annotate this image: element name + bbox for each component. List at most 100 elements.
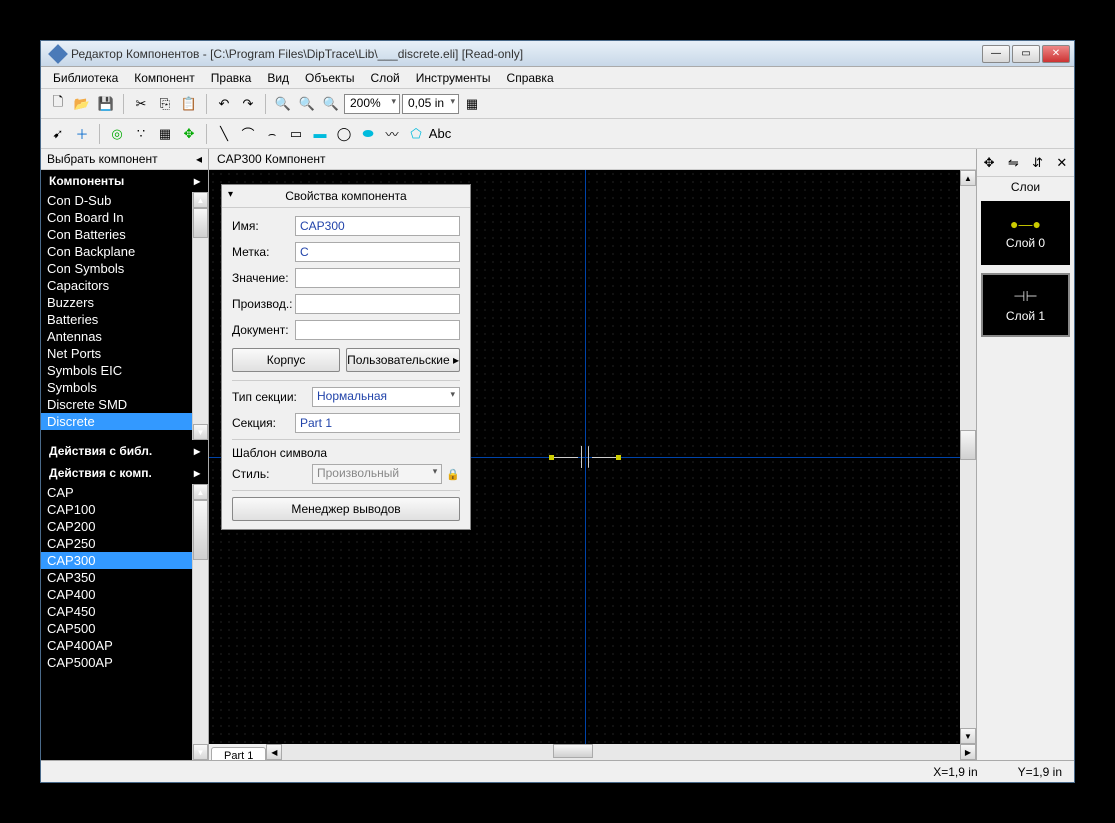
v-scrollbar[interactable]: ▲ ▼ (960, 170, 976, 744)
grid-icon[interactable]: ▦ (154, 123, 176, 145)
select-component-header[interactable]: Выбрать компонент ◂ (41, 149, 208, 170)
list-item[interactable]: CAP400 (41, 586, 208, 603)
polyline-icon[interactable]: 〰 (381, 123, 403, 145)
list-item[interactable]: Buzzers (41, 294, 208, 311)
properties-panel[interactable]: Свойства компонента Имя: Метка: Значение… (221, 184, 471, 530)
list-item[interactable]: Batteries (41, 311, 208, 328)
menu-view[interactable]: Вид (259, 68, 297, 88)
list-item[interactable]: Symbols EIC (41, 362, 208, 379)
menu-edit[interactable]: Правка (203, 68, 260, 88)
menu-layer[interactable]: Слой (363, 68, 408, 88)
minimize-button[interactable]: — (982, 45, 1010, 63)
menu-tools[interactable]: Инструменты (408, 68, 499, 88)
crosshair-icon[interactable]: ＋ (71, 123, 93, 145)
rect-fill-icon[interactable]: ▬ (309, 123, 331, 145)
list-item[interactable]: Con Backplane (41, 243, 208, 260)
move-icon[interactable]: ✥ (178, 123, 200, 145)
library-list[interactable]: Con D-SubCon Board InCon BatteriesCon Ba… (41, 192, 208, 440)
mfg-input[interactable] (295, 294, 460, 314)
part-tab[interactable]: Part 1 (211, 747, 266, 760)
close-button[interactable]: ✕ (1042, 45, 1070, 63)
list-item[interactable]: CAP300 (41, 552, 208, 569)
list-item[interactable]: CAP400AP (41, 637, 208, 654)
list-item[interactable]: CAP200 (41, 518, 208, 535)
user-button[interactable]: Пользовательские ▸ (346, 348, 460, 372)
flip-v-icon[interactable]: ⇵ (1029, 154, 1047, 172)
collapse-icon[interactable]: ◂ (196, 152, 202, 166)
list-item[interactable]: Discrete SMD (41, 396, 208, 413)
ellipse-icon[interactable]: ◯ (333, 123, 355, 145)
scroll-down-icon[interactable]: ▼ (960, 728, 976, 744)
zoom-fit-icon[interactable]: 🔍 (320, 93, 342, 115)
polygon-icon[interactable]: ⬠ (405, 123, 427, 145)
flip-h-icon[interactable]: ⇋ (1004, 154, 1022, 172)
arc2-icon[interactable]: ⌢ (261, 123, 283, 145)
lib-actions-section[interactable]: Действия с библ.▸ (41, 440, 208, 462)
layer-0[interactable]: ●—● Слой 0 (981, 201, 1070, 265)
doc-input[interactable] (295, 320, 460, 340)
target-icon[interactable]: ◎ (106, 123, 128, 145)
line-icon[interactable]: ╲ (213, 123, 235, 145)
style-select[interactable]: Произвольный (312, 464, 442, 484)
scroll-up-icon[interactable]: ▲ (193, 484, 208, 500)
text-tool[interactable]: Abc (429, 123, 451, 145)
grid-combo[interactable]: 0,05 in (402, 94, 459, 114)
list-item[interactable]: Symbols (41, 379, 208, 396)
scrollbar[interactable]: ▲ ▼ (192, 192, 208, 440)
properties-title[interactable]: Свойства компонента (222, 185, 470, 208)
list-item[interactable]: CAP500AP (41, 654, 208, 671)
undo-icon[interactable]: ↶ (213, 93, 235, 115)
zoom-in-icon[interactable]: 🔍 (272, 93, 294, 115)
list-item[interactable]: CAP250 (41, 535, 208, 552)
scrollbar[interactable]: ▲ ▼ (192, 484, 208, 760)
list-item[interactable]: CAP100 (41, 501, 208, 518)
scroll-up-icon[interactable]: ▲ (960, 170, 976, 186)
list-item[interactable]: Discrete (41, 413, 208, 430)
pin-manager-button[interactable]: Менеджер выводов (232, 497, 460, 521)
layer-1[interactable]: ⊣⊢ Слой 1 (981, 273, 1070, 337)
copy-icon[interactable]: ⎘ (154, 93, 176, 115)
pointer-icon[interactable]: ➹ (47, 123, 69, 145)
mark-input[interactable] (295, 242, 460, 262)
name-input[interactable] (295, 216, 460, 236)
scroll-right-icon[interactable]: ▶ (960, 744, 976, 760)
paste-icon[interactable]: 📋 (178, 93, 200, 115)
list-item[interactable]: Capacitors (41, 277, 208, 294)
scroll-down-icon[interactable]: ▼ (193, 424, 208, 440)
pan-icon[interactable]: ✥ (980, 154, 998, 172)
component-list[interactable]: ▲ ▼ CAPCAP100CAP200CAP250CAP300CAP350CAP… (41, 484, 208, 760)
capacitor-symbol[interactable] (549, 446, 621, 468)
body-button[interactable]: Корпус (232, 348, 340, 372)
arc-icon[interactable]: ⌒ (237, 123, 259, 145)
menu-objects[interactable]: Объекты (297, 68, 363, 88)
open-icon[interactable]: 📂 (71, 93, 93, 115)
save-icon[interactable]: 💾 (95, 93, 117, 115)
scroll-left-icon[interactable]: ◀ (266, 744, 282, 760)
dots-icon[interactable]: ∵ (130, 123, 152, 145)
canvas[interactable]: Свойства компонента Имя: Метка: Значение… (209, 170, 960, 744)
list-item[interactable]: Con Symbols (41, 260, 208, 277)
maximize-button[interactable]: ▭ (1012, 45, 1040, 63)
rect-icon[interactable]: ▭ (285, 123, 307, 145)
section-input[interactable] (295, 413, 460, 433)
menu-library[interactable]: Библиотека (45, 68, 126, 88)
comp-actions-section[interactable]: Действия с комп.▸ (41, 462, 208, 484)
redo-icon[interactable]: ↷ (237, 93, 259, 115)
list-item[interactable]: CAP350 (41, 569, 208, 586)
h-scrollbar[interactable]: Part 1 ◀ ▶ (209, 744, 976, 760)
list-item[interactable]: Con Batteries (41, 226, 208, 243)
zoom-combo[interactable]: 200% (344, 94, 400, 114)
new-icon[interactable]: 🗋 (47, 93, 69, 115)
value-input[interactable] (295, 268, 460, 288)
list-item[interactable]: Net Ports (41, 345, 208, 362)
list-item[interactable]: CAP500 (41, 620, 208, 637)
sectype-select[interactable]: Нормальная (312, 387, 460, 407)
menu-help[interactable]: Справка (499, 68, 562, 88)
list-item[interactable]: Con Board In (41, 209, 208, 226)
scroll-thumb[interactable] (193, 208, 208, 238)
zoom-out-icon[interactable]: 🔍 (296, 93, 318, 115)
list-item[interactable]: CAP450 (41, 603, 208, 620)
close-panel-icon[interactable]: ✕ (1053, 154, 1071, 172)
list-item[interactable]: CAP (41, 484, 208, 501)
scroll-down-icon[interactable]: ▼ (193, 744, 208, 760)
